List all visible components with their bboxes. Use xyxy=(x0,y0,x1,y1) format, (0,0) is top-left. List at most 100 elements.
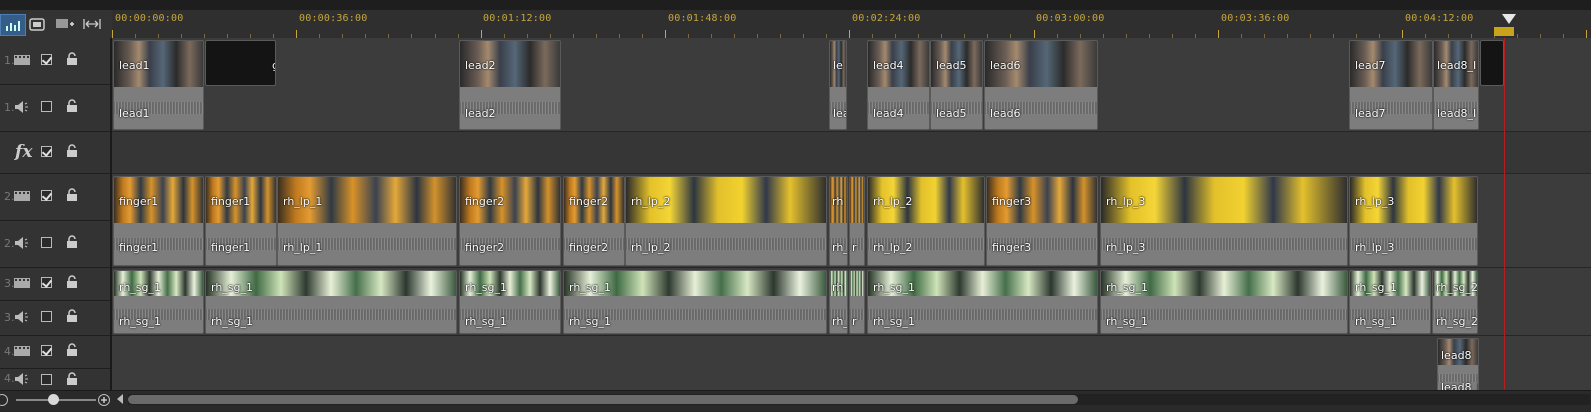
timeline-lanes[interactable]: lead1 lead1 g lead2 lead2 le lea lead4 l… xyxy=(112,38,1591,392)
track-enable-checkbox[interactable] xyxy=(41,54,52,65)
time-ruler[interactable]: 00:00:00:00 00:00:36:00 00:01:12:00 00:0… xyxy=(112,10,1591,40)
lock-icon[interactable] xyxy=(66,343,78,357)
track-header-3-video[interactable]: 3. xyxy=(0,268,110,301)
track-enable-checkbox[interactable] xyxy=(41,311,52,322)
lock-icon[interactable] xyxy=(66,309,78,323)
lock-icon[interactable] xyxy=(66,144,78,158)
plus-icon xyxy=(101,397,107,403)
timecode-label: 00:03:00:00 xyxy=(1036,13,1105,24)
track-enable-checkbox[interactable] xyxy=(41,374,52,385)
clip-rh-sg-1-f[interactable]: rh_sg_1 rh_sg_1 xyxy=(1100,270,1348,334)
ruler-tick xyxy=(112,30,113,38)
speaker-icon xyxy=(15,101,28,113)
lock-icon[interactable] xyxy=(66,52,78,66)
video-track-icon xyxy=(14,278,30,288)
timeline-view-button[interactable] xyxy=(0,14,26,36)
clip-rh-sg-1-d[interactable]: rh_sg_1 rh_sg_1 xyxy=(563,270,827,334)
track-header-1-video[interactable]: 1. xyxy=(0,38,110,85)
track-enable-checkbox[interactable] xyxy=(41,190,52,201)
zoom-slider-thumb[interactable] xyxy=(48,394,59,405)
clip-finger3[interactable]: finger3 finger3 xyxy=(986,176,1098,266)
timeline-view-icon xyxy=(6,21,20,31)
work-area-marker[interactable] xyxy=(1494,27,1514,36)
fit-width-icon xyxy=(83,19,101,29)
clip-end-black[interactable] xyxy=(1480,40,1504,86)
clip-lead4[interactable]: lead4 lead4 xyxy=(867,40,930,130)
track-header-4-video[interactable]: 4. xyxy=(0,336,110,369)
clip-r-tiny[interactable]: r xyxy=(849,176,865,266)
video-track-icon xyxy=(14,191,30,201)
clip-rh-lp-3-b[interactable]: rh_lp_3 rh_lp_3 xyxy=(1349,176,1478,266)
track-header-fx[interactable]: fx xyxy=(0,132,110,174)
clip-rh-sg-short[interactable]: rh rh_ xyxy=(829,270,848,334)
ruler-tick xyxy=(296,30,298,38)
clip-rh-lp-2-a[interactable]: rh_lp_2 rh_lp_2 xyxy=(625,176,827,266)
timeline-panel: 00:00:00:00 00:00:36:00 00:01:12:00 00:0… xyxy=(0,0,1591,412)
clip-rh-lp-2-b[interactable]: rh_lp_2 rh_lp_2 xyxy=(867,176,985,266)
track-enable-checkbox[interactable] xyxy=(41,101,52,112)
zoom-out-button[interactable] xyxy=(0,394,8,406)
playhead-handle[interactable] xyxy=(1502,14,1516,24)
scroll-left-arrow-icon[interactable] xyxy=(117,394,123,404)
add-track-button[interactable] xyxy=(55,14,75,34)
clip-finger1-b[interactable]: finger1 finger1 xyxy=(205,176,277,266)
track-enable-checkbox[interactable] xyxy=(41,146,52,157)
track-headers: 1. 1. fx 2. 2. 3. 3. 4. 4. xyxy=(0,38,112,390)
track-header-2-audio[interactable]: 2. xyxy=(0,221,110,268)
storyboard-view-icon xyxy=(29,17,45,31)
top-strip xyxy=(0,0,1591,10)
track-header-3-audio[interactable]: 3. xyxy=(0,301,110,336)
lock-icon[interactable] xyxy=(66,372,78,386)
track-enable-checkbox[interactable] xyxy=(41,237,52,248)
clip-r-sg-tiny[interactable]: r xyxy=(849,270,865,334)
timeline-toolbar xyxy=(0,10,112,39)
clip-lead7[interactable]: lead7 lead7 xyxy=(1349,40,1433,130)
fit-timeline-button[interactable] xyxy=(82,14,102,34)
clip-finger1-a[interactable]: finger1 finger1 xyxy=(113,176,204,266)
video-track-icon xyxy=(14,55,30,65)
clip-rh-short[interactable]: rh rh_ xyxy=(829,176,848,266)
track-header-2-video[interactable]: 2. xyxy=(0,174,110,221)
timecode-label: 00:03:36:00 xyxy=(1221,13,1290,24)
storyboard-view-button[interactable] xyxy=(28,14,46,34)
track-enable-checkbox[interactable] xyxy=(41,345,52,356)
bottom-bar xyxy=(0,390,1591,412)
lock-icon[interactable] xyxy=(66,275,78,289)
clip-rh-sg-1-c[interactable]: rh_sg_1 rh_sg_1 xyxy=(459,270,561,334)
lock-icon[interactable] xyxy=(66,235,78,249)
clip-lead8[interactable]: lead8_I lead8_I xyxy=(1433,40,1479,130)
clip-rh-sg-1-g[interactable]: rh_sg_1 rh_sg_1 xyxy=(1349,270,1431,334)
clip-finger2-b[interactable]: finger2 finger2 xyxy=(563,176,625,266)
zoom-in-button[interactable] xyxy=(98,394,110,406)
fx-icon: fx xyxy=(15,142,33,162)
clip-finger2-a[interactable]: finger2 finger2 xyxy=(459,176,561,266)
track-enable-checkbox[interactable] xyxy=(41,277,52,288)
lane-track-4 xyxy=(112,336,1591,390)
ruler-tick xyxy=(1586,30,1588,38)
timecode-label: 00:01:48:00 xyxy=(668,13,737,24)
clip-lead6[interactable]: lead6 lead6 xyxy=(984,40,1098,130)
lock-icon[interactable] xyxy=(66,188,78,202)
clip-lead8-track4[interactable]: lead8 lead8_I xyxy=(1437,338,1479,392)
ruler-tick xyxy=(1217,30,1219,38)
horizontal-scrollbar-thumb[interactable] xyxy=(128,395,1078,404)
timecode-label: 00:04:12:00 xyxy=(1405,13,1474,24)
track-header-4-audio[interactable]: 4. xyxy=(0,369,110,390)
clip-lead5[interactable]: lead5 lead5 xyxy=(930,40,983,130)
clip-rh-lp-1[interactable]: rh_lp_1 rh_lp_1 xyxy=(277,176,457,266)
clip-lead1[interactable]: lead1 lead1 xyxy=(113,40,204,130)
timecode-label: 00:01:12:00 xyxy=(483,13,552,24)
clip-title[interactable]: g xyxy=(205,40,276,86)
clip-rh-sg-2[interactable]: rh_sg_2 rh_sg_2 xyxy=(1432,270,1478,334)
lock-icon[interactable] xyxy=(66,99,78,113)
track-header-1-audio[interactable]: 1. xyxy=(0,85,110,132)
clip-rh-lp-3-a[interactable]: rh_lp_3 rh_lp_3 xyxy=(1100,176,1348,266)
speaker-icon xyxy=(15,373,28,385)
clip-lead2[interactable]: lead2 lead2 xyxy=(459,40,561,130)
ruler-tick xyxy=(480,30,482,38)
clip-rh-sg-1-e[interactable]: rh_sg_1 rh_sg_1 xyxy=(867,270,1098,334)
playhead-line xyxy=(1504,38,1505,390)
clip-rh-sg-1-a[interactable]: rh_sg_1 rh_sg_1 xyxy=(113,270,204,334)
clip-lead3[interactable]: le lea xyxy=(829,40,847,130)
clip-rh-sg-1-b[interactable]: rh_sg_1 rh_sg_1 xyxy=(205,270,457,334)
